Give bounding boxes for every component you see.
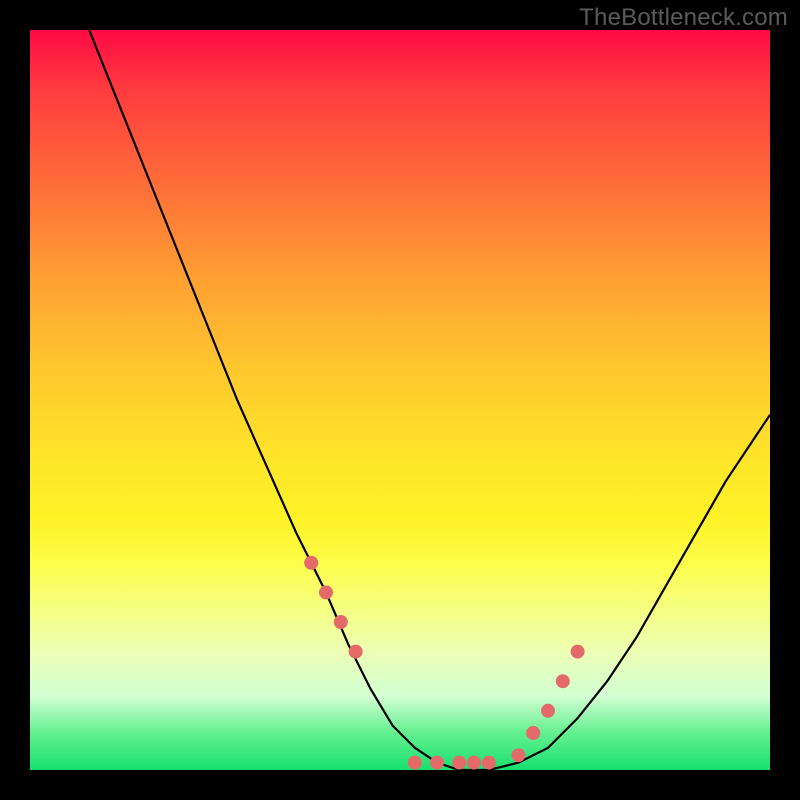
- marker-dot: [408, 756, 422, 770]
- curve-svg: [30, 30, 770, 770]
- marker-dot: [430, 756, 444, 770]
- marker-dot: [467, 756, 481, 770]
- marker-dot: [319, 585, 333, 599]
- chart-frame: TheBottleneck.com: [0, 0, 800, 800]
- marker-dot: [571, 645, 585, 659]
- bottleneck-curve: [89, 30, 770, 770]
- marker-dot: [541, 704, 555, 718]
- marker-dot: [482, 756, 496, 770]
- marker-dot: [511, 748, 525, 762]
- marker-dot: [334, 615, 348, 629]
- marker-dot: [349, 645, 363, 659]
- watermark: TheBottleneck.com: [579, 4, 788, 32]
- bottleneck-curve-path: [89, 30, 770, 770]
- marker-dot: [556, 674, 570, 688]
- marker-dot: [526, 726, 540, 740]
- marker-dot: [452, 756, 466, 770]
- marker-points: [304, 556, 584, 770]
- marker-dot: [304, 556, 318, 570]
- plot-area: [30, 30, 770, 770]
